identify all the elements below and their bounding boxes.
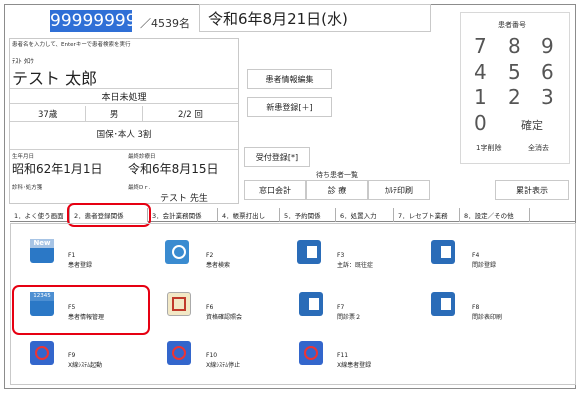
eligibility-check-icon[interactable]: [167, 292, 191, 316]
key-7[interactable]: 7: [474, 34, 487, 58]
f2-label: 患者検索: [206, 262, 231, 269]
demographics-row: 37歳 男 2/2 回: [10, 106, 238, 122]
confirm-key[interactable]: 確定: [521, 117, 543, 133]
delete-all-key[interactable]: 全消去: [528, 143, 549, 153]
f5-highlight-ring: [12, 285, 150, 335]
details-divider: [10, 149, 238, 150]
tab-accounting[interactable]: 3．会計業務関係: [148, 208, 218, 222]
key-8[interactable]: 8: [508, 34, 521, 58]
delete-one-key[interactable]: 1字削除: [476, 143, 501, 153]
keypad-title: 患者番号: [498, 21, 526, 29]
visit-count: 2/2 回: [141, 106, 238, 121]
doctor-name: テスト 先生: [160, 194, 208, 204]
f8-label: 問診表印刷: [472, 314, 503, 321]
f4-key: F4: [472, 252, 480, 259]
reception-button[interactable]: 受付登録[*]: [244, 147, 310, 167]
new-patient-icon[interactable]: New: [30, 239, 54, 263]
key-3[interactable]: 3: [541, 85, 554, 109]
f3-key: F3: [337, 252, 345, 259]
f6-label: 資格確認照会: [206, 314, 243, 321]
f10-label: X線ｼｽﾃﾑ停止: [206, 362, 241, 369]
questionnaire-print-icon[interactable]: [431, 292, 455, 316]
key-4[interactable]: 4: [474, 60, 487, 84]
total-display-button[interactable]: 累計表示: [495, 180, 569, 200]
birth-date-label: 生年月日: [12, 154, 35, 160]
f1-key: F1: [68, 252, 76, 259]
chart-print-button[interactable]: ｶﾙﾃ印刷: [368, 180, 430, 200]
f9-key: F9: [68, 352, 76, 359]
tab-frequent[interactable]: 1．よく使う画面: [10, 208, 70, 222]
last-visit-date: 令和6年8月15日: [128, 162, 219, 176]
tab-receipt[interactable]: 7．レセプト業務: [394, 208, 460, 222]
tab-treatment[interactable]: 6．処置入力: [336, 208, 394, 222]
department-label: 診科･処方箋: [12, 185, 43, 191]
f1-label: 患者登録: [68, 262, 93, 269]
f6-key: F6: [206, 304, 214, 311]
patient-search-icon[interactable]: [165, 240, 189, 264]
xray-patient-register-icon[interactable]: [299, 341, 323, 365]
key-6[interactable]: 6: [541, 60, 554, 84]
birth-date: 昭和62年1月1日: [12, 162, 103, 176]
new-badge: New: [30, 239, 54, 248]
patient-age: 37歳: [38, 109, 58, 120]
patient-name[interactable]: テスト 太郎: [12, 65, 97, 89]
chief-complaint-icon[interactable]: [297, 240, 321, 264]
doctor-label: 最終Dｒ.: [128, 185, 151, 191]
f7-label: 問診票２: [337, 314, 362, 321]
f4-label: 問診登録: [472, 262, 497, 269]
search-hint: 患者名を入力して、Enterキーで患者検索を実行: [12, 42, 131, 48]
new-patient-button[interactable]: 新患登録[＋]: [247, 97, 332, 117]
f7-key: F7: [337, 304, 345, 311]
f10-key: F10: [206, 352, 218, 359]
exam-button[interactable]: 診 療: [306, 180, 368, 200]
questionnaire-register-icon[interactable]: [431, 240, 455, 264]
checkout-button[interactable]: 窓口会計: [244, 180, 306, 200]
patient-id-value: 99999999: [50, 11, 137, 31]
f11-label: X線患者登録: [337, 362, 372, 369]
xray-stop-icon[interactable]: [167, 341, 191, 365]
edit-patient-button[interactable]: 患者情報編集: [247, 69, 332, 89]
tab-forms[interactable]: 4．帳票打出し: [218, 208, 280, 222]
f11-key: F11: [337, 352, 349, 359]
key-0[interactable]: 0: [474, 111, 487, 135]
tab-settings[interactable]: 8．設定／その他: [460, 208, 530, 222]
f9-label: X線ｼｽﾃﾑ起動: [68, 362, 103, 369]
patient-sex: 男: [85, 106, 142, 121]
patient-count: ／4539名: [140, 17, 190, 30]
key-1[interactable]: 1: [474, 85, 487, 109]
patient-kana: ﾃｽﾄ ﾀﾛｳ: [12, 57, 34, 65]
treatment-status: 本日未処理: [101, 93, 147, 103]
f8-key: F8: [472, 304, 480, 311]
date-display: 令和6年8月21日(水): [208, 10, 348, 28]
key-5[interactable]: 5: [508, 60, 521, 84]
questionnaire-2-icon[interactable]: [299, 292, 323, 316]
f2-key: F2: [206, 252, 214, 259]
last-visit-label: 最終診療日: [128, 154, 156, 160]
insurance-info: 国保･本人 3割: [96, 130, 152, 140]
waiting-list-label: 待ち患者一覧: [316, 171, 358, 179]
f3-label: 主訴：既往症: [337, 262, 374, 269]
key-2[interactable]: 2: [508, 85, 521, 109]
tab-appointments[interactable]: 5．予約関係: [280, 208, 336, 222]
xray-start-icon[interactable]: [30, 341, 54, 365]
key-9[interactable]: 9: [541, 34, 554, 58]
